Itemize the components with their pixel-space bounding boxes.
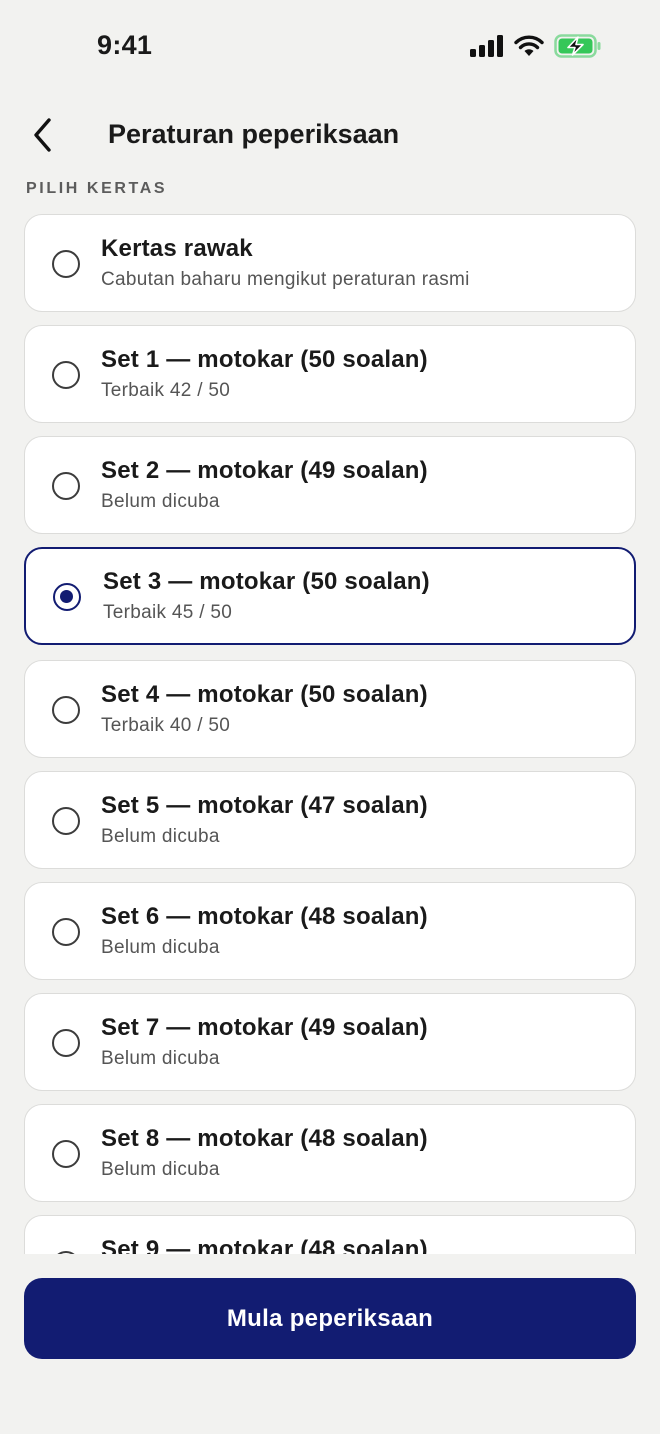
paper-subtitle: Cabutan baharu mengikut peraturan rasmi [101,269,470,290]
paper-subtitle: Belum dicuba [101,826,220,847]
paper-title: Set 2 — motokar (49 soalan) [101,457,428,484]
paper-title: Set 5 — motokar (47 soalan) [101,792,428,819]
paper-title: Set 7 — motokar (49 soalan) [101,1014,428,1041]
radio-icon[interactable] [52,1251,80,1254]
paper-title: Set 8 — motokar (48 soalan) [101,1125,428,1152]
paper-option[interactable]: Set 4 — motokar (50 soalan) Terbaik 40 / … [24,660,636,758]
back-button[interactable] [26,114,66,158]
wifi-icon [514,35,544,56]
paper-option[interactable]: Kertas rawak Cabutan baharu mengikut pera… [24,214,636,312]
status-bar: 9:41 [0,0,660,96]
status-time: 9:41 [97,30,153,60]
paper-subtitle: Terbaik 45 / 50 [103,602,233,623]
radio-icon[interactable] [52,696,80,724]
paper-option[interactable]: Set 7 — motokar (49 soalan) Belum dicuba [24,993,636,1091]
paper-subtitle: Belum dicuba [101,937,220,958]
radio-selected-icon[interactable] [53,583,81,611]
paper-list[interactable]: Kertas rawak Cabutan baharu mengikut pera… [0,214,660,1254]
paper-title: Set 9 — motokar (48 soalan) [101,1236,428,1254]
paper-option[interactable]: Set 3 — motokar (50 soalan) Terbaik 45 / … [24,547,636,645]
radio-icon[interactable] [52,472,80,500]
paper-title: Set 4 — motokar (50 soalan) [101,681,428,708]
paper-option[interactable]: Set 5 — motokar (47 soalan) Belum dicuba [24,771,636,869]
paper-option[interactable]: Set 2 — motokar (49 soalan) Belum dicuba [24,436,636,534]
paper-subtitle: Belum dicuba [101,1159,220,1180]
page-title: Peraturan peperiksaan [108,119,400,149]
paper-subtitle: Terbaik 42 / 50 [101,380,231,401]
paper-title: Kertas rawak [101,235,253,262]
header: Peraturan peperiksaan [0,106,660,166]
radio-icon[interactable] [52,361,80,389]
radio-icon[interactable] [52,250,80,278]
paper-option[interactable]: Set 8 — motokar (48 soalan) Belum dicuba [24,1104,636,1202]
radio-icon[interactable] [52,1140,80,1168]
section-label: PILIH KERTAS [26,180,168,197]
paper-title: Set 6 — motokar (48 soalan) [101,903,428,930]
paper-option[interactable]: Set 9 — motokar (48 soalan) [24,1215,636,1254]
paper-subtitle: Belum dicuba [101,491,220,512]
radio-icon[interactable] [52,918,80,946]
paper-option[interactable]: Set 1 — motokar (50 soalan) Terbaik 42 / … [24,325,636,423]
chevron-left-icon [34,118,51,152]
paper-title: Set 3 — motokar (50 soalan) [103,568,430,595]
status-icons [470,34,602,58]
start-exam-button[interactable]: Mula peperiksaan [24,1278,636,1359]
paper-title: Set 1 — motokar (50 soalan) [101,346,428,373]
radio-icon[interactable] [52,807,80,835]
battery-charging-icon [554,34,601,58]
paper-subtitle: Belum dicuba [101,1048,220,1069]
paper-subtitle: Terbaik 40 / 50 [101,715,231,736]
radio-icon[interactable] [52,1029,80,1057]
cellular-signal-icon [470,35,503,57]
paper-option[interactable]: Set 6 — motokar (48 soalan) Belum dicuba [24,882,636,980]
